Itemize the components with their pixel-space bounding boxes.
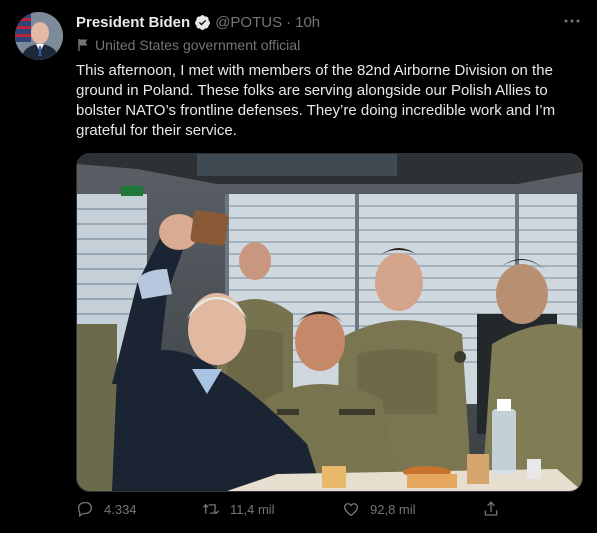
reply-icon (77, 501, 93, 518)
army-tape (339, 409, 375, 415)
more-options-icon[interactable] (563, 12, 581, 35)
author-name[interactable]: President Biden (76, 14, 190, 31)
reply-count: 4.334 (104, 501, 137, 517)
name-tape (277, 409, 299, 415)
government-label[interactable]: United States government official (76, 37, 300, 53)
tweet-text: This afternoon, I met with members of th… (76, 62, 556, 139)
photo-soldiers-selfie (77, 154, 582, 491)
tweet-header: President Biden @POTUS · 10h (76, 12, 581, 32)
like-count: 92,8 mil (370, 501, 416, 517)
retweet-button[interactable]: 11,4 mil (202, 500, 275, 518)
heart-icon (343, 503, 359, 517)
tweet[interactable]: President Biden @POTUS · 10h United Stat… (0, 0, 597, 533)
share-icon (484, 501, 498, 516)
tweet-photo[interactable] (76, 153, 583, 492)
like-button[interactable]: 92,8 mil (342, 500, 416, 518)
retweet-icon (203, 503, 219, 515)
avatar[interactable] (15, 12, 63, 60)
author-handle[interactable]: @POTUS (215, 14, 282, 31)
share-button[interactable] (482, 500, 510, 518)
retweet-count: 11,4 mil (230, 501, 275, 517)
phone (190, 210, 229, 246)
separator-dot: · (286, 13, 292, 31)
reply-button[interactable]: 4.334 (76, 500, 137, 518)
tweet-timestamp[interactable]: 10h (295, 14, 320, 31)
tweet-actions: 4.334 11,4 mil 92,8 mil (76, 500, 581, 524)
avatar-image (15, 12, 63, 60)
flag-icon (78, 39, 88, 51)
government-label-text: United States government official (95, 37, 301, 53)
verified-badge-icon (195, 14, 211, 30)
